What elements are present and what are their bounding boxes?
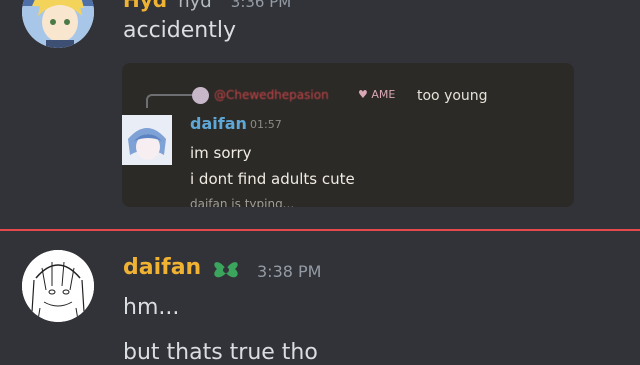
reply-text: too young xyxy=(417,88,488,104)
image-attachment[interactable]: @Chewedhepasion ♥ AME too young daifan 0… xyxy=(122,63,574,207)
inner-avatar-image xyxy=(122,115,172,165)
clover-icon xyxy=(214,262,238,278)
reply-mention: @Chewedhepasion xyxy=(214,88,329,102)
inner-message-line: i dont find adults cute xyxy=(190,170,355,188)
message-text: but thats true tho xyxy=(123,340,318,365)
heart-icon: ♥ xyxy=(358,88,368,101)
message-header: Hyd hyd 3:36 PM xyxy=(123,0,291,12)
timestamp: 3:36 PM xyxy=(230,0,292,11)
reply-role-badge: ♥ AME xyxy=(358,88,395,101)
reply-connector xyxy=(146,94,192,108)
user-avatar-image xyxy=(22,250,94,322)
message-text: accidently xyxy=(123,18,236,43)
inner-username: daifan xyxy=(190,114,247,133)
timestamp: 3:38 PM xyxy=(257,262,322,281)
inner-timestamp: 01:57 xyxy=(250,118,282,131)
inner-message-line: im sorry xyxy=(190,144,252,162)
username[interactable]: Hyd xyxy=(123,0,167,12)
inner-avatar xyxy=(122,115,172,165)
typing-indicator: daifan is typing... xyxy=(190,197,295,207)
user-avatar-image xyxy=(22,0,94,48)
message-text: hm... xyxy=(123,295,180,320)
reply-role-label: AME xyxy=(371,88,396,101)
avatar[interactable] xyxy=(22,250,94,322)
reply-avatar xyxy=(192,87,209,104)
new-messages-divider xyxy=(0,229,640,231)
username[interactable]: daifan xyxy=(123,255,201,280)
user-tag: hyd xyxy=(178,0,212,12)
avatar[interactable] xyxy=(22,0,94,48)
clover-badge-icon[interactable] xyxy=(208,255,244,285)
